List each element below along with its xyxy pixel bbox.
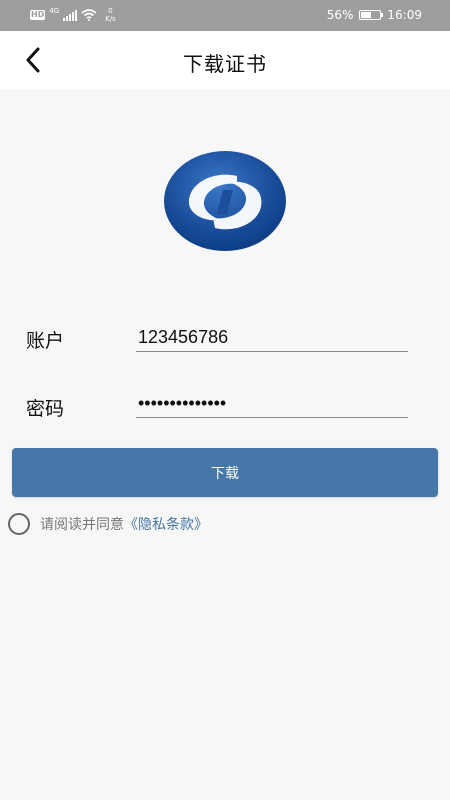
hd-badge: HD (30, 10, 46, 20)
agree-radio[interactable] (8, 513, 30, 535)
account-label: 账户 (26, 330, 65, 352)
status-right: 56% 16:09 (327, 8, 422, 22)
password-label: 密码 (26, 398, 65, 420)
battery-icon (359, 10, 384, 20)
password-input[interactable] (136, 390, 408, 418)
nav-bar: 下载证书 (0, 31, 450, 89)
agreement-row: 请阅读并同意 《隐私条款》 (8, 512, 208, 536)
download-button[interactable]: 下载 (12, 448, 438, 497)
privacy-policy-link[interactable]: 《隐私条款》 (124, 514, 208, 534)
account-input[interactable] (136, 324, 408, 352)
speed-value: 0 (108, 7, 113, 15)
status-bar: HD 4G 0 K/s 56% 16:09 (0, 0, 450, 31)
speed-unit: K/s (105, 15, 116, 23)
network-type: 4G (49, 7, 60, 15)
app-logo (164, 151, 286, 251)
battery-fill (361, 12, 372, 18)
clock: 16:09 (387, 8, 422, 22)
page-title: 下载证书 (183, 52, 267, 76)
signal-icon (63, 9, 78, 21)
status-left: HD 4G 0 K/s (30, 7, 116, 23)
network-speed: 0 K/s (105, 7, 116, 23)
agreement-text: 请阅读并同意 (40, 517, 124, 533)
wifi-icon (81, 9, 97, 21)
battery-percent: 56% (326, 8, 354, 22)
